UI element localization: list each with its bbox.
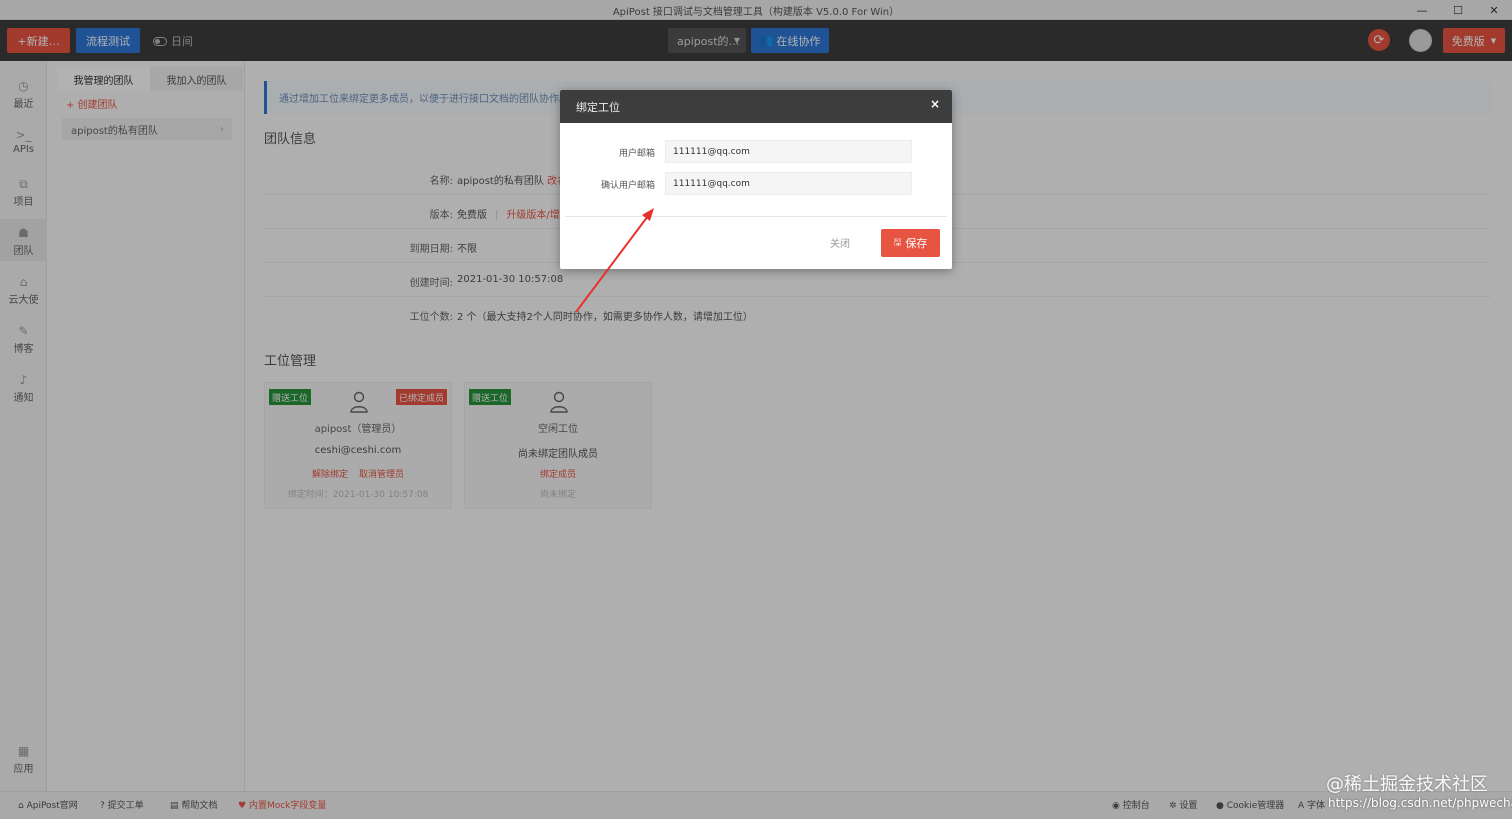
watermark-url: https://blog.csdn.net/phpwechat — [1328, 796, 1512, 810]
watermark-text: @稀土掘金技术社区 — [1326, 774, 1488, 795]
annotation-arrow-icon — [575, 208, 654, 313]
